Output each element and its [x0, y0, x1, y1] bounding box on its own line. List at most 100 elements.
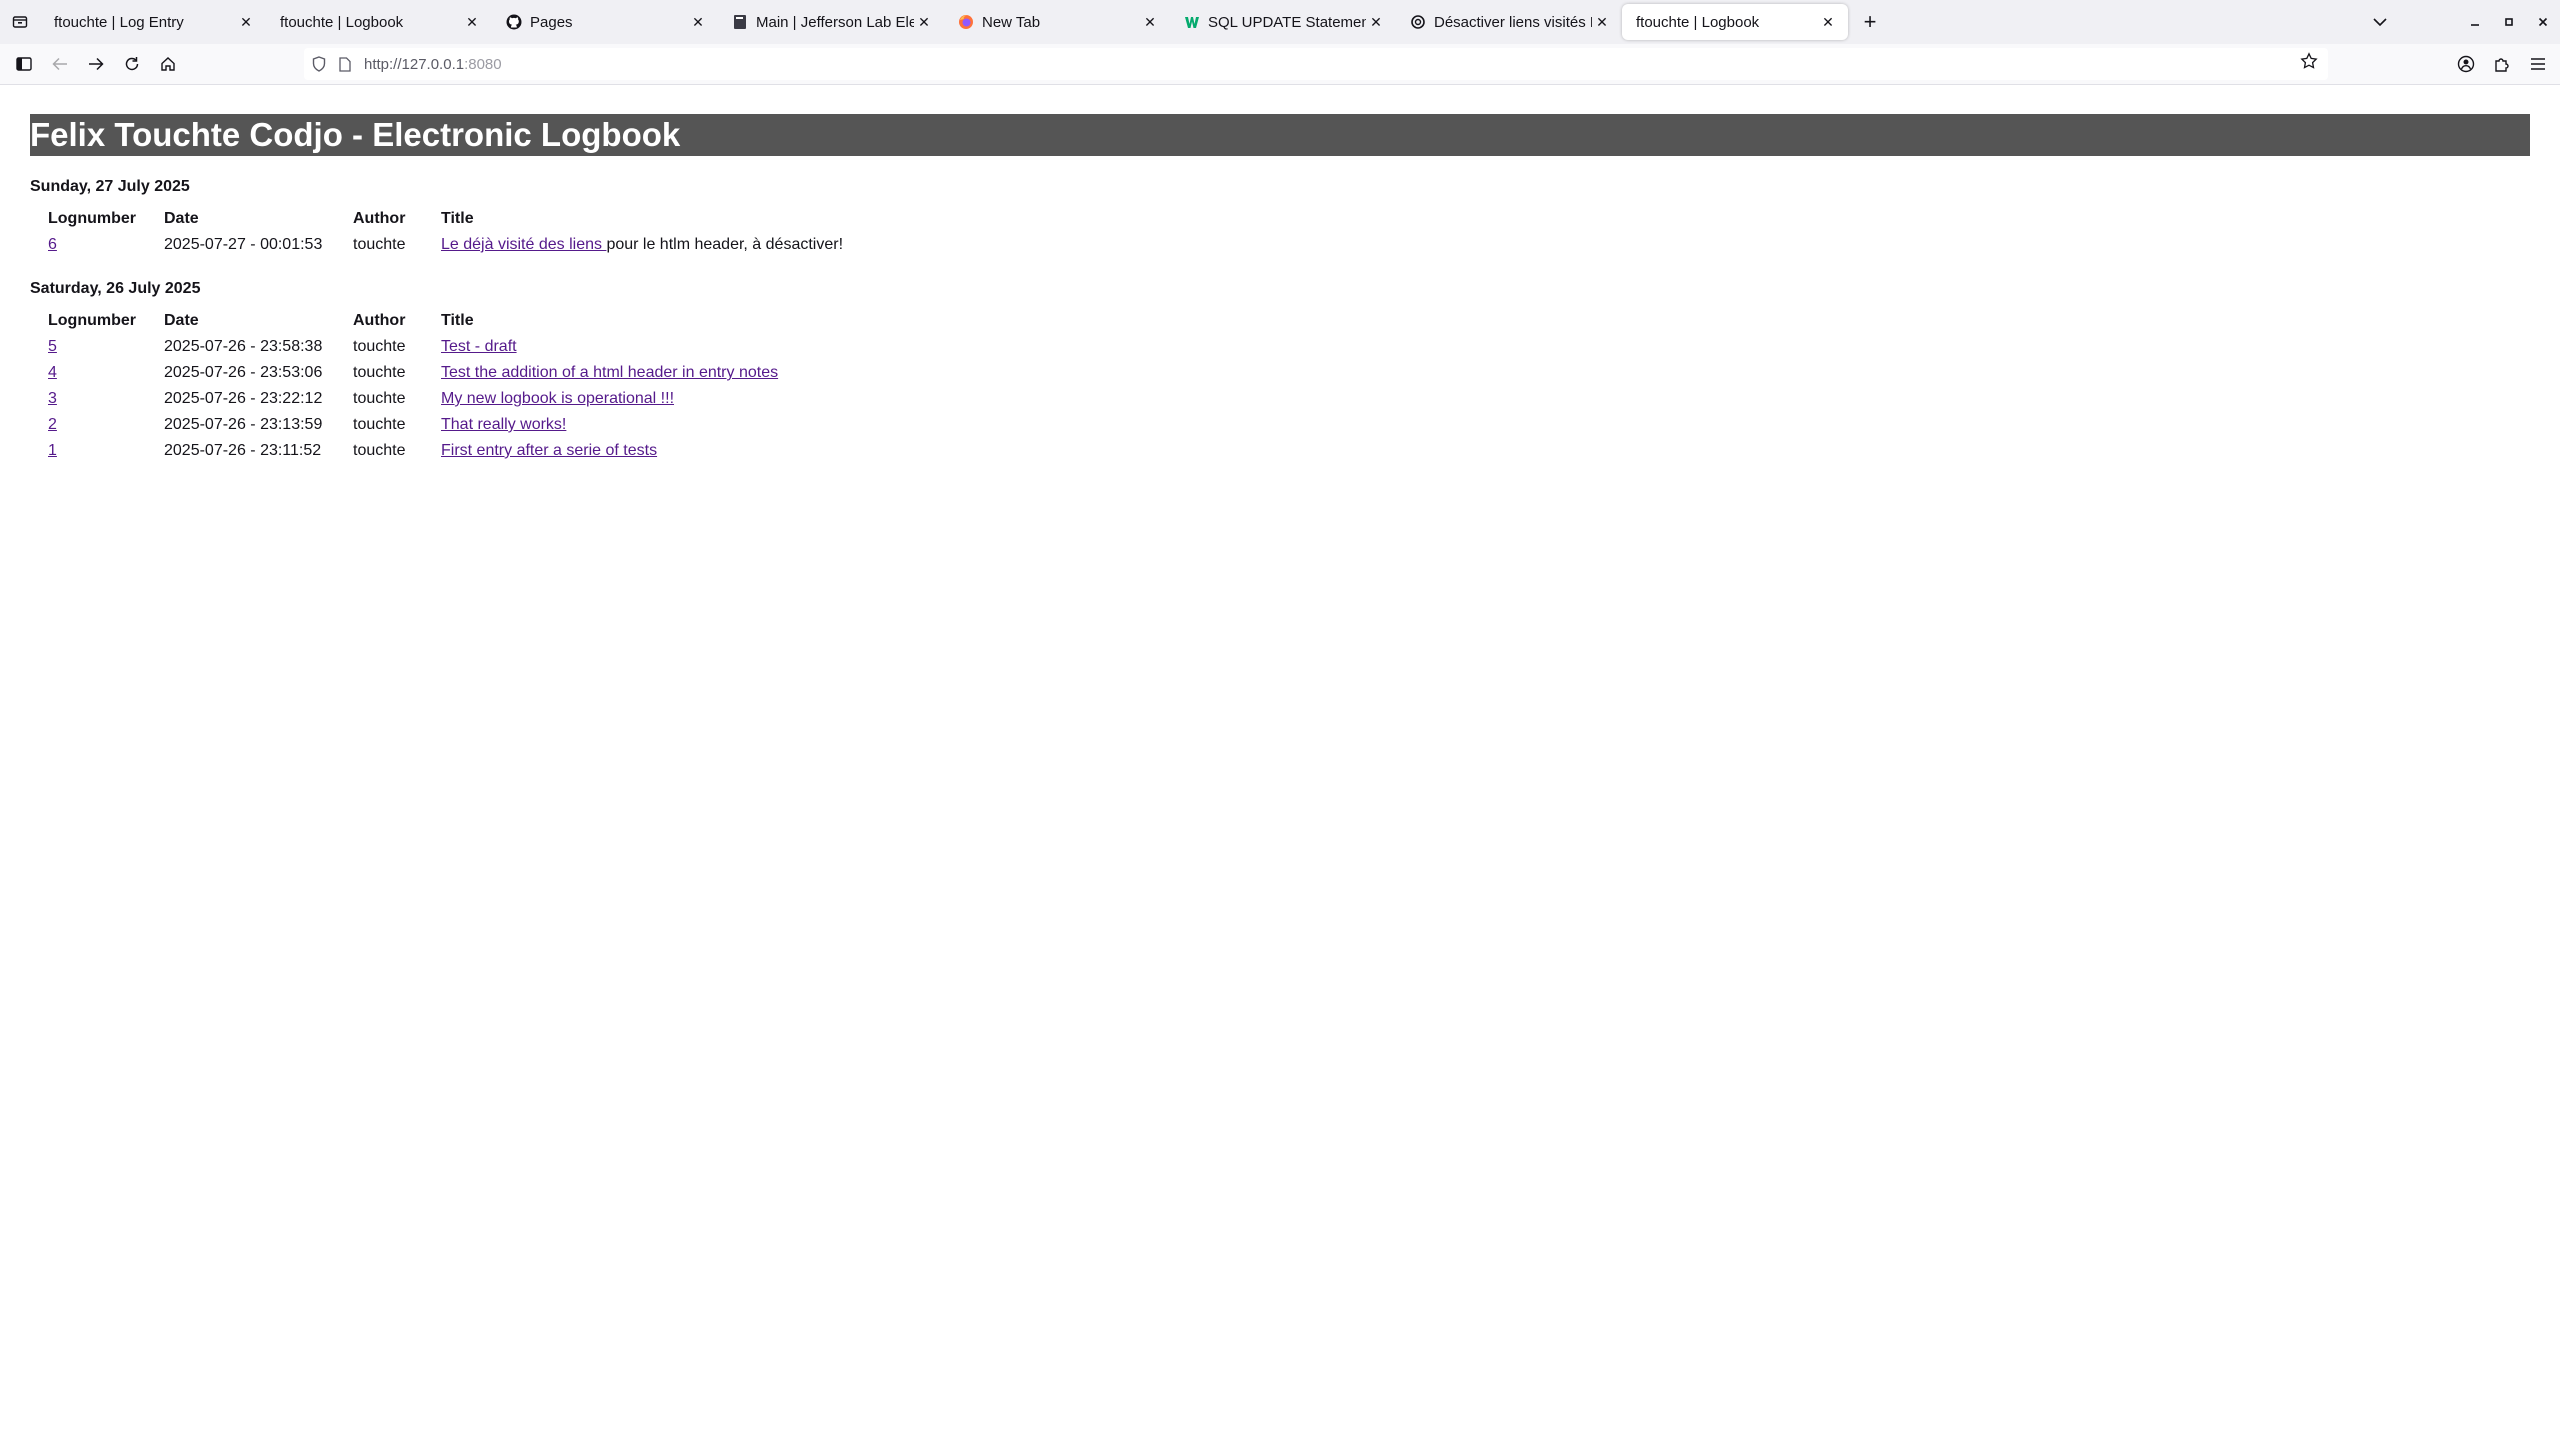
reload-icon	[125, 57, 139, 71]
chevron-down-icon	[2373, 18, 2387, 27]
lognumber-header: Lognumber	[48, 312, 136, 329]
tab[interactable]: Pages ✕	[492, 4, 718, 40]
lognumber-cell: 2	[48, 412, 164, 438]
bookmark-star-icon[interactable]	[2300, 52, 2318, 74]
reload-button[interactable]	[114, 46, 150, 82]
date-cell: 2025-07-26 - 23:22:12	[164, 390, 323, 407]
app-menu-button[interactable]	[2520, 46, 2556, 82]
close-tab-icon[interactable]: ✕	[236, 12, 256, 32]
log-entries-table: Lognumber Date Author Title 6 2025-07-27 - 00…	[48, 206, 843, 258]
minimize-icon	[2471, 24, 2479, 26]
lognumber-header: Lognumber	[48, 210, 136, 227]
tab[interactable]: SQL UPDATE Statement ✕	[1170, 4, 1396, 40]
date-cell: 2025-07-26 - 23:53:06	[164, 364, 323, 381]
log-entries-table: Lognumber Date Author Title 5 2025-07-26 - 23…	[48, 308, 778, 464]
tab-label: New Tab	[982, 13, 1041, 31]
puzzle-icon	[2495, 58, 2509, 72]
table-row: 2 2025-07-26 - 23:13:59 touchte That really…	[48, 412, 778, 438]
table-header-row: Lognumber Date Author Title	[48, 308, 778, 334]
forward-button[interactable]	[78, 46, 114, 82]
entry-title-link[interactable]: First entry after a serie of tests	[441, 442, 657, 459]
author-cell: touchte	[353, 416, 406, 433]
account-button[interactable]	[2448, 46, 2484, 82]
close-tab-icon[interactable]: ✕	[688, 12, 708, 32]
page-title: Felix Touchte Codjo - Electronic Logbook	[30, 114, 2530, 156]
close-tab-icon[interactable]: ✕	[1592, 12, 1612, 32]
toolbar-right	[2448, 46, 2556, 82]
tab-label: ftouchte | Logbook	[280, 13, 404, 31]
entry-title-link[interactable]: Le déjà visité des liens	[441, 236, 606, 253]
back-button[interactable]	[42, 46, 78, 82]
entry-title-link[interactable]: Test the addition of a html header in en…	[441, 364, 778, 381]
tab-overview-button[interactable]	[0, 0, 40, 44]
close-tab-icon[interactable]: ✕	[1140, 12, 1160, 32]
tab-label: ftouchte | Logbook	[1636, 13, 1760, 31]
date-cell: 2025-07-26 - 23:58:38	[164, 338, 323, 355]
page-info-icon[interactable]	[332, 56, 358, 72]
close-tab-icon[interactable]: ✕	[1818, 12, 1838, 32]
lognumber-link[interactable]: 5	[48, 338, 57, 355]
title-header: Title	[441, 312, 474, 329]
lognumber-link[interactable]: 6	[48, 236, 57, 253]
author-cell: touchte	[353, 390, 406, 407]
tab-strip: ftouchte | Log Entry ✕ ftouchte | Logboo…	[0, 0, 2560, 44]
logbook-days: Sunday, 27 July 2025 Lognumber Date Author T…	[30, 178, 2530, 464]
minimize-button[interactable]	[2458, 0, 2492, 44]
tab-label: ftouchte | Log Entry	[54, 13, 184, 31]
arrow-left-icon	[52, 57, 67, 71]
url-host: http://127.0.0.1	[364, 55, 465, 73]
close-window-button[interactable]	[2526, 0, 2560, 44]
title-header: Title	[441, 210, 474, 227]
lognumber-link[interactable]: 1	[48, 442, 57, 459]
lognumber-cell: 5	[48, 334, 164, 360]
title-cell: Test the addition of a html header in en…	[441, 360, 778, 386]
title-cell: First entry after a serie of tests	[441, 438, 778, 464]
url-text: http://127.0.0.1:8080	[364, 56, 502, 73]
maximize-button[interactable]	[2492, 0, 2526, 44]
home-button[interactable]	[150, 46, 186, 82]
date-header: Date	[164, 210, 199, 227]
date-header: Date	[164, 312, 199, 329]
tab[interactable]: Main | Jefferson Lab Elec ✕	[718, 4, 944, 40]
extensions-button[interactable]	[2484, 46, 2520, 82]
entry-title-rest: pour le htlm header, à désactiver!	[606, 236, 844, 253]
lognumber-link[interactable]: 4	[48, 364, 57, 381]
table-header-row: Lognumber Date Author Title	[48, 206, 843, 232]
entry-title-link[interactable]: My new logbook is operational !!!	[441, 390, 674, 407]
account-icon	[2457, 55, 2475, 73]
table-row: 6 2025-07-27 - 00:01:53 touchte Le déjà vis…	[48, 232, 843, 258]
list-all-tabs-button[interactable]	[2350, 0, 2410, 44]
maximize-icon	[2505, 18, 2513, 26]
table-row: 3 2025-07-26 - 23:22:12 touchte My new logb…	[48, 386, 778, 412]
close-icon	[2538, 17, 2548, 27]
plus-icon: +	[1863, 9, 1877, 34]
url-bar[interactable]: http://127.0.0.1:8080	[304, 48, 2328, 80]
github-icon	[506, 14, 522, 30]
tab[interactable]: ftouchte | Logbook ✕	[266, 4, 492, 40]
close-tab-icon[interactable]: ✕	[914, 12, 934, 32]
lognumber-cell: 6	[48, 232, 164, 258]
new-tab-button[interactable]: +	[1852, 4, 1888, 40]
lognumber-link[interactable]: 2	[48, 416, 57, 433]
title-cell: Le déjà visité des liens pour le htlm he…	[441, 232, 843, 258]
entry-title-link[interactable]: That really works!	[441, 416, 566, 433]
tab-active[interactable]: ftouchte | Logbook ✕	[1622, 4, 1848, 40]
author-cell: touchte	[353, 338, 406, 355]
url-port: :8080	[464, 55, 502, 73]
table-row: 1 2025-07-26 - 23:11:52 touchte First entry…	[48, 438, 778, 464]
shield-icon[interactable]	[306, 56, 332, 72]
close-tab-icon[interactable]: ✕	[1366, 12, 1386, 32]
lognumber-cell: 1	[48, 438, 164, 464]
lognumber-link[interactable]: 3	[48, 390, 57, 407]
entry-title-link[interactable]: Test - draft	[441, 338, 517, 355]
tab[interactable]: New Tab ✕	[944, 4, 1170, 40]
lognumber-cell: 4	[48, 360, 164, 386]
tab[interactable]: Désactiver liens visités HT ✕	[1396, 4, 1622, 40]
table-row: 5 2025-07-26 - 23:58:38 touchte Test - draf…	[48, 334, 778, 360]
tab[interactable]: ftouchte | Log Entry ✕	[40, 4, 266, 40]
title-cell: My new logbook is operational !!!	[441, 386, 778, 412]
sidebar-toggle-button[interactable]	[6, 46, 42, 82]
page-title-text: Felix Touchte Codjo - Electronic Logbook	[30, 116, 681, 153]
close-tab-icon[interactable]: ✕	[462, 12, 482, 32]
sidebar-icon	[16, 57, 32, 71]
